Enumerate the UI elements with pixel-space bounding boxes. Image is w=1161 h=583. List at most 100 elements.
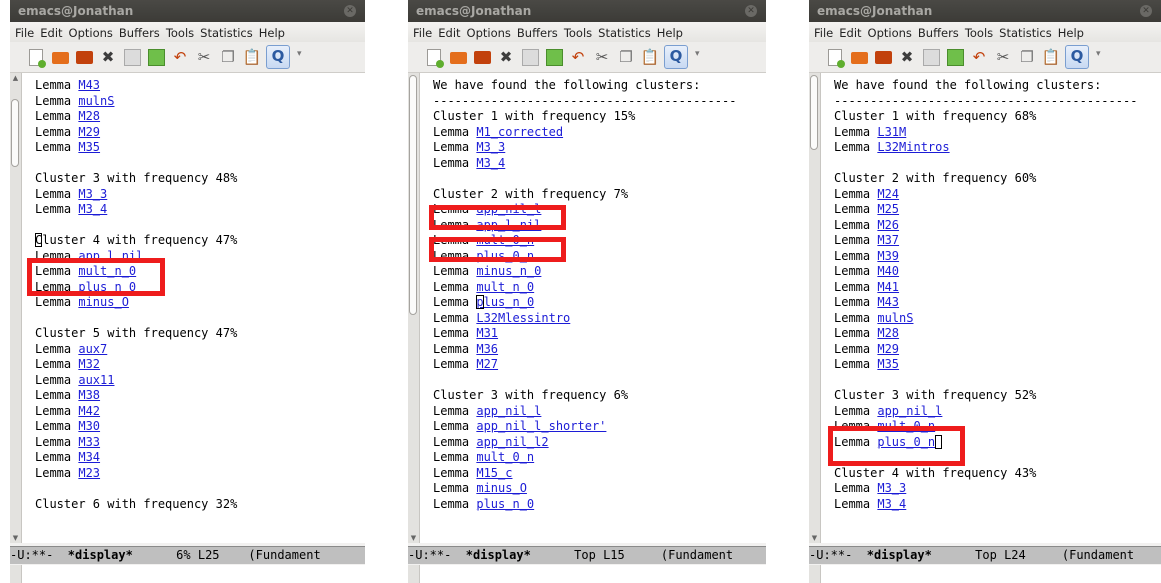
cut-icon[interactable]: ✂ [592, 47, 612, 67]
menu-help[interactable]: Help [1055, 26, 1087, 40]
menu-file[interactable]: File [410, 26, 435, 40]
lemma-link[interactable]: app_nil_l_shorter' [476, 419, 606, 433]
lemma-link[interactable]: plus_n_0 [476, 295, 534, 309]
minibuffer-scrollbar[interactable] [408, 565, 420, 583]
menu-buffers[interactable]: Buffers [116, 26, 163, 40]
editor-buffer[interactable]: ▼ We have found the following clusters: -… [809, 73, 1161, 543]
lemma-link[interactable]: M43 [78, 78, 100, 92]
lemma-link[interactable]: M1_corrected [476, 125, 563, 139]
lemma-link[interactable]: M32 [78, 357, 100, 371]
lemma-link[interactable]: M3_3 [78, 187, 107, 201]
paste-icon[interactable]: 📋 [242, 47, 262, 67]
lemma-link[interactable]: L32Mlessintro [476, 311, 570, 325]
save-as-icon[interactable] [146, 47, 166, 67]
lemma-link[interactable]: M3_3 [877, 481, 906, 495]
lemma-link[interactable]: M43 [877, 295, 899, 309]
close-window-icon[interactable]: ✕ [1140, 5, 1152, 17]
save-as-icon[interactable] [945, 47, 965, 67]
menu-file[interactable]: File [811, 26, 836, 40]
scroll-down-icon[interactable]: ▼ [10, 534, 21, 542]
menu-tools[interactable]: Tools [962, 26, 996, 40]
menu-options[interactable]: Options [865, 26, 915, 40]
lemma-link[interactable]: M28 [877, 326, 899, 340]
minibuffer[interactable] [10, 565, 365, 583]
minibuffer[interactable] [809, 565, 1161, 583]
lemma-link[interactable]: L32Mintros [877, 140, 949, 154]
lemma-link[interactable]: M35 [877, 357, 899, 371]
menu-options[interactable]: Options [66, 26, 116, 40]
copy-icon[interactable]: ❐ [616, 47, 636, 67]
lemma-link[interactable]: M24 [877, 187, 899, 201]
close-window-icon[interactable]: ✕ [745, 5, 757, 17]
toolbar-overflow-icon[interactable]: ▾ [1096, 49, 1101, 59]
lemma-link[interactable]: M3_3 [476, 140, 505, 154]
scrollbar-thumb[interactable] [409, 75, 417, 315]
lemma-link[interactable]: M36 [476, 342, 498, 356]
save-as-icon[interactable] [544, 47, 564, 67]
lemma-link[interactable]: aux11 [78, 373, 114, 387]
minibuffer[interactable] [408, 565, 766, 583]
lemma-link[interactable]: M26 [877, 218, 899, 232]
lemma-link[interactable]: M3_4 [476, 156, 505, 170]
lemma-link[interactable]: plus_n_0 [476, 497, 534, 511]
dired-icon[interactable] [74, 47, 94, 67]
menu-statistics[interactable]: Statistics [996, 26, 1055, 40]
save-icon[interactable] [520, 47, 540, 67]
lemma-link[interactable]: M3_4 [78, 202, 107, 216]
lemma-link[interactable]: M29 [877, 342, 899, 356]
menu-tools[interactable]: Tools [561, 26, 595, 40]
close-window-icon[interactable]: ✕ [344, 5, 356, 17]
editor-buffer[interactable]: ▼ We have found the following clusters: -… [408, 73, 766, 543]
lemma-link[interactable]: M33 [78, 435, 100, 449]
lemma-link[interactable]: M41 [877, 280, 899, 294]
menu-edit[interactable]: Edit [836, 26, 864, 40]
menu-file[interactable]: File [12, 26, 37, 40]
save-icon[interactable] [921, 47, 941, 67]
menu-help[interactable]: Help [256, 26, 288, 40]
lemma-link[interactable]: mulnS [877, 311, 913, 325]
menu-help[interactable]: Help [654, 26, 686, 40]
toolbar-overflow-icon[interactable]: ▾ [297, 49, 302, 59]
undo-icon[interactable]: ↶ [568, 47, 588, 67]
lemma-link[interactable]: minus_O [78, 295, 129, 309]
menu-buffers[interactable]: Buffers [514, 26, 561, 40]
lemma-link[interactable]: M28 [78, 109, 100, 123]
lemma-link[interactable]: mulnS [78, 94, 114, 108]
paste-icon[interactable]: 📋 [640, 47, 660, 67]
search-icon[interactable]: Q [664, 45, 688, 69]
dired-icon[interactable] [472, 47, 492, 67]
lemma-link[interactable]: M25 [877, 202, 899, 216]
buffer-text[interactable]: We have found the following clusters: ---… [433, 78, 766, 512]
lemma-link[interactable]: M34 [78, 450, 100, 464]
scrollbar-thumb[interactable] [11, 99, 19, 167]
scroll-up-icon[interactable]: ▲ [10, 74, 21, 82]
lemma-link[interactable]: M23 [78, 466, 100, 480]
undo-icon[interactable]: ↶ [170, 47, 190, 67]
lemma-link[interactable]: M40 [877, 264, 899, 278]
search-icon[interactable]: Q [266, 45, 290, 69]
dired-icon[interactable] [873, 47, 893, 67]
scroll-down-icon[interactable]: ▼ [809, 534, 820, 542]
lemma-link[interactable]: app_nil_l [877, 404, 942, 418]
lemma-link[interactable]: minus_n_0 [476, 264, 541, 278]
menu-buffers[interactable]: Buffers [915, 26, 962, 40]
close-buffer-icon[interactable]: ✖ [98, 47, 118, 67]
lemma-link[interactable]: app_nil_l [476, 404, 541, 418]
copy-icon[interactable]: ❐ [218, 47, 238, 67]
minibuffer-scrollbar[interactable] [10, 565, 22, 583]
cut-icon[interactable]: ✂ [993, 47, 1013, 67]
close-buffer-icon[interactable]: ✖ [496, 47, 516, 67]
lemma-link[interactable]: M3_4 [877, 497, 906, 511]
scrollbar-thumb[interactable] [810, 75, 818, 150]
menu-options[interactable]: Options [464, 26, 514, 40]
lemma-link[interactable]: M29 [78, 125, 100, 139]
lemma-link[interactable]: L31M [877, 125, 906, 139]
menu-edit[interactable]: Edit [37, 26, 65, 40]
scroll-down-icon[interactable]: ▼ [408, 534, 419, 542]
search-icon[interactable]: Q [1065, 45, 1089, 69]
undo-icon[interactable]: ↶ [969, 47, 989, 67]
menu-statistics[interactable]: Statistics [595, 26, 654, 40]
vertical-scrollbar[interactable]: ▲ ▼ [10, 73, 22, 543]
close-buffer-icon[interactable]: ✖ [897, 47, 917, 67]
vertical-scrollbar[interactable]: ▼ [408, 73, 420, 543]
